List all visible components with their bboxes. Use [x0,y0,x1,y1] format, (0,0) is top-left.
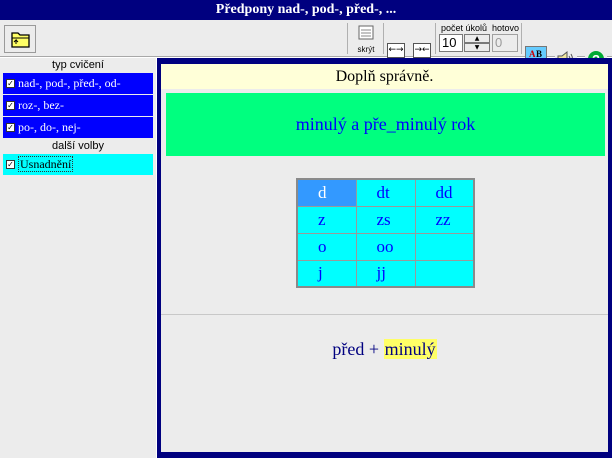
choice-cell[interactable]: dt [355,178,416,207]
hint-text: před + minulý [161,339,608,360]
expand-horizontal-icon[interactable]: ←→ [387,43,405,58]
checkbox[interactable]: ✓ [6,79,15,88]
task-sentence: minulý a pře_minulý rok [166,93,605,156]
choice-cell-empty [414,232,475,261]
hint-prefix: před + [332,339,384,359]
choice-cell[interactable]: j [296,259,357,288]
toolbar: skrýt ←→ →← ↑↓ ↓↑ počet úkolů hotovo A B… [0,20,612,74]
choice-cell[interactable]: jj [355,259,416,288]
collapse-horizontal-icon[interactable]: →← [413,43,431,58]
choice-cell[interactable]: zz [414,205,475,234]
toolbar-separator [383,23,384,54]
hide-button[interactable]: skrýt [351,22,381,55]
exercise-panel: Doplň správně. minulý a pře_minulý rok d… [161,64,608,452]
toolbar-separator [521,23,522,54]
done-count-field: 0 [492,34,518,52]
choice-cell[interactable]: oo [355,232,416,261]
count-decrease-button[interactable]: ▼ [464,43,490,52]
choice-cell[interactable]: z [296,205,357,234]
done-label: hotovo [492,23,520,33]
choice-cell[interactable]: o [296,232,357,261]
toolbar-separator [347,23,348,54]
sidebar-item-roz-bez[interactable]: ✓ roz-, bez- [3,95,153,116]
sidebar-item-po-do-nej[interactable]: ✓ po-, do-, nej- [3,117,153,138]
more-options-heading: další volby [0,139,156,154]
divider [161,314,608,315]
open-folder-button[interactable] [4,25,36,53]
sidebar: typ cvičení ✓ nad-, pod-, před-, od- ✓ r… [0,58,156,458]
sidebar-item-nad-pod-pred-od[interactable]: ✓ nad-, pod-, před-, od- [3,73,153,94]
hide-icon [358,25,374,40]
sidebar-item-label: nad-, pod-, před-, od- [18,76,121,90]
choice-grid: d dt dd z zs zz o oo j jj [296,178,475,288]
choice-cell[interactable]: dd [414,178,475,207]
hint-highlight: minulý [383,339,437,359]
choice-cell-empty [414,259,475,288]
checkbox[interactable]: ✓ [6,160,15,169]
checkbox[interactable]: ✓ [6,101,15,110]
folder-icon [11,32,30,48]
toolbar-separator [435,23,436,54]
count-label: počet úkolů [441,23,488,33]
sidebar-option-label: Usnadnění [18,156,74,172]
instruction-text: Doplň správně. [161,64,608,89]
choice-cell[interactable]: zs [355,205,416,234]
sidebar-option-usnadneni[interactable]: ✓ Usnadnění [3,154,153,175]
exercise-type-heading: typ cvičení [0,58,156,73]
checkbox[interactable]: ✓ [6,123,15,132]
hide-label: skrýt [357,45,375,54]
window-title: Předpony nad-, pod-, před-, ... [0,0,612,20]
task-count-input[interactable]: 10 [439,34,463,52]
sidebar-item-label: po-, do-, nej- [18,120,81,134]
choice-cell[interactable]: d [296,178,357,207]
count-increase-button[interactable]: ▲ [464,34,490,43]
sidebar-item-label: roz-, bez- [18,98,64,112]
